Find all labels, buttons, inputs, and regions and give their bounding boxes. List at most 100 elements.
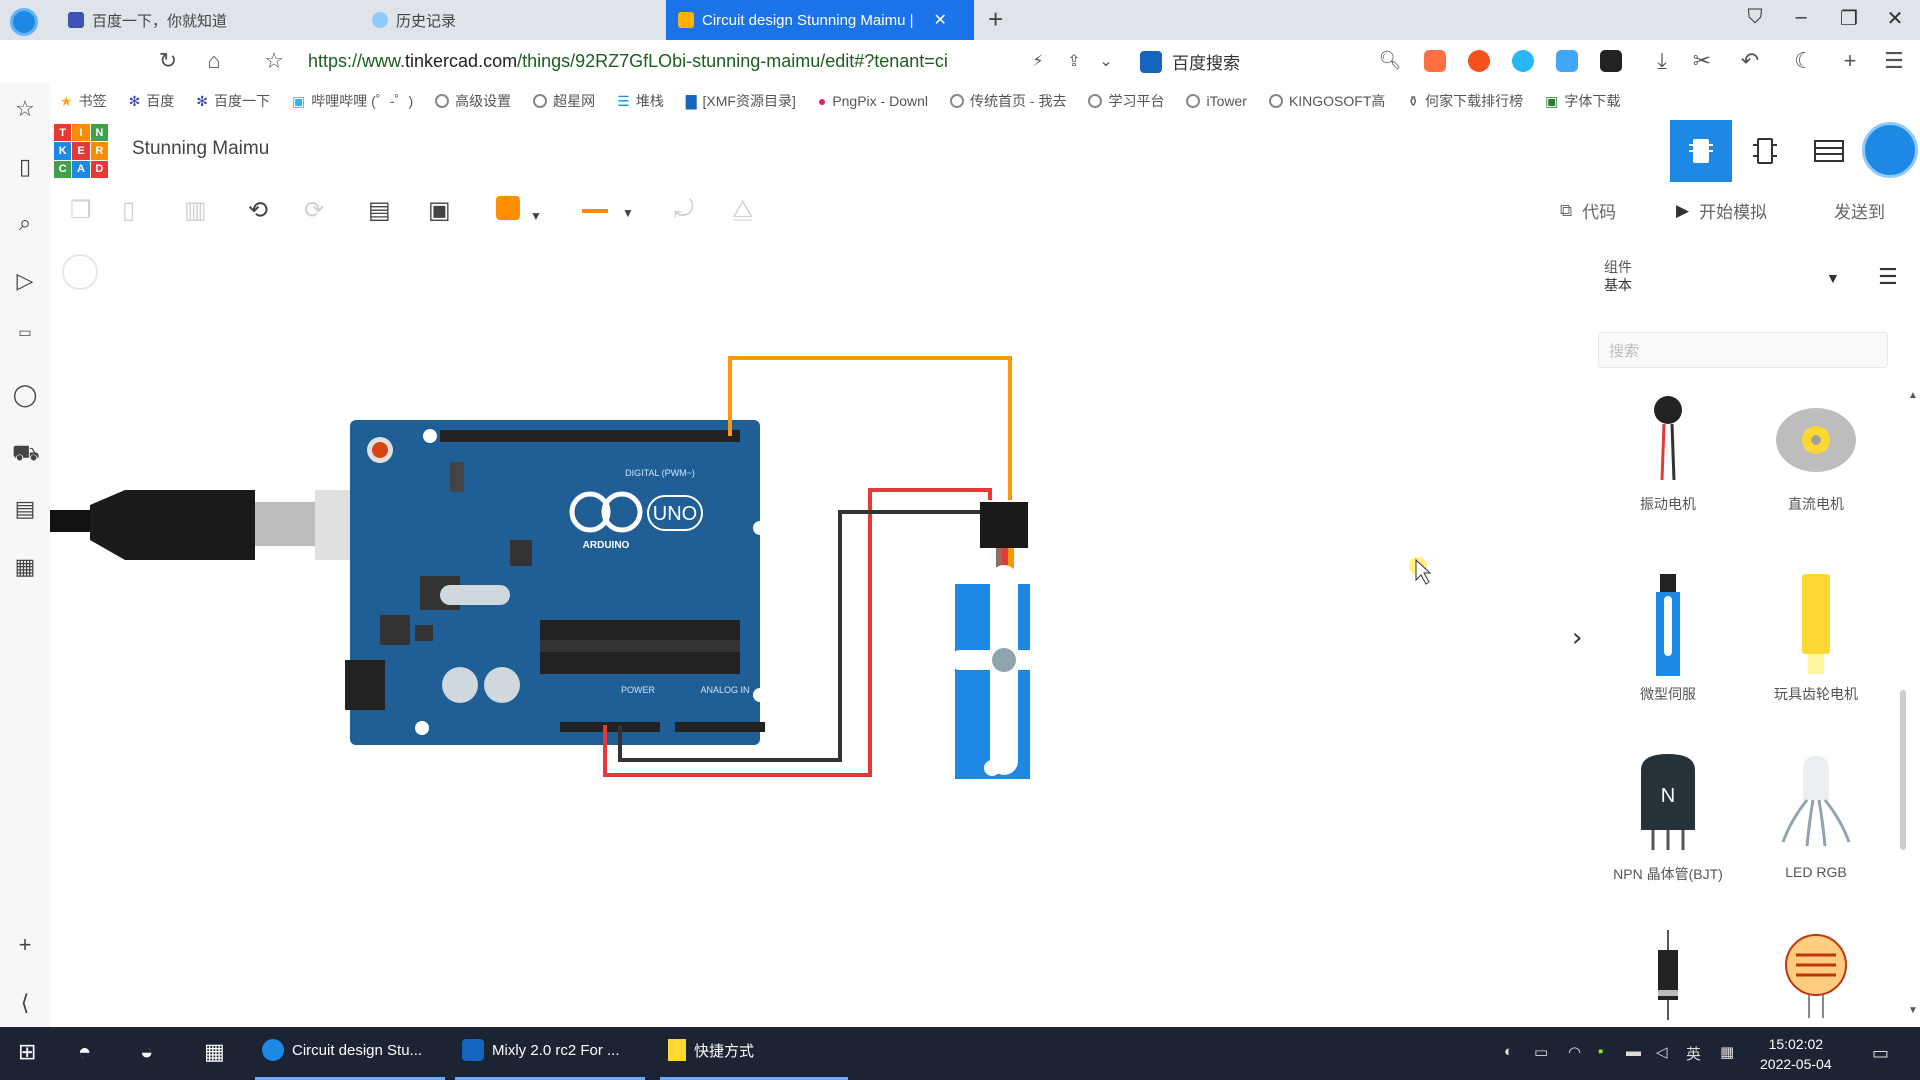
system-clock[interactable]: 15:02:02 2022-05-04 <box>1760 1034 1832 1074</box>
bookmark-item[interactable]: ● PngPix - Downl <box>818 93 928 109</box>
chevron-down-icon[interactable]: ▼ <box>1826 270 1840 286</box>
tray-green-icon[interactable]: ▪ <box>1598 1043 1603 1060</box>
component-toy-gear-motor[interactable]: 玩具齿轮电机 <box>1746 570 1886 704</box>
bookmark-item[interactable]: 学习平台 <box>1088 91 1164 111</box>
favorites-star-icon[interactable]: ☆ <box>12 96 38 122</box>
undo-close-icon[interactable]: ↶ <box>1736 48 1764 74</box>
book-icon[interactable]: ▯ <box>12 154 38 180</box>
cart-icon[interactable]: ⛟ <box>12 440 40 469</box>
restore-icon[interactable]: ❐ <box>1834 6 1864 31</box>
battery-icon[interactable]: ▬ <box>1626 1043 1641 1060</box>
home-icon[interactable]: ⌂ <box>200 48 228 74</box>
bookmark-item[interactable]: 传统首页 - 我去 <box>950 91 1066 111</box>
chat-icon[interactable]: ◯ <box>12 382 38 408</box>
share-icon[interactable]: ⇪ <box>1060 51 1088 71</box>
panel-scrollbar[interactable] <box>1900 690 1906 850</box>
tab-baidu[interactable]: 百度一下，你就知道 <box>56 0 356 40</box>
bookmark-item[interactable]: ▇ [XMF资源目录] <box>686 91 796 111</box>
menu-icon[interactable]: ☰ <box>1880 48 1908 74</box>
component-npn-transistor[interactable]: N NPN 晶体管(BJT) <box>1598 750 1738 884</box>
calculator-icon[interactable]: ▦ <box>204 1039 225 1065</box>
bookmark-item[interactable]: ✻ 百度一下 <box>196 91 270 111</box>
bookmark-item[interactable]: 超星网 <box>533 91 595 111</box>
color-picker-button[interactable]: ▼ <box>496 196 542 227</box>
signal-wire[interactable] <box>728 356 1012 500</box>
tab-history[interactable]: 历史记录 <box>360 0 660 40</box>
close-tab-icon[interactable]: ✕ <box>934 10 947 30</box>
show-notes-icon[interactable]: ▣ <box>428 196 451 225</box>
url-input[interactable]: https://www.tinkercad.com/things/92RZ7Gf… <box>308 51 948 72</box>
chevron-down-icon[interactable]: ⌄ <box>1092 51 1120 71</box>
search-icon[interactable]: ⌕ <box>12 210 38 236</box>
video-icon[interactable]: ▷ <box>12 268 38 294</box>
copy-icon[interactable]: ❐ <box>70 196 92 225</box>
night-mode-icon[interactable]: ☾ <box>1790 48 1818 74</box>
wire-style-button[interactable]: ▼ <box>582 196 634 224</box>
shirt-skin-icon[interactable]: ⛉ <box>1740 6 1770 29</box>
translate-extension-icon[interactable] <box>1556 50 1578 72</box>
task-view-icon[interactable]: ▭ <box>1534 1043 1548 1061</box>
bookmark-item[interactable]: ⚱ 何家下载排行榜 <box>1407 91 1523 111</box>
taskbar-app-shortcuts[interactable]: 快捷方式 <box>668 1039 754 1061</box>
translate-icon[interactable]: ▦ <box>12 554 38 580</box>
download-icon[interactable]: ⤓ <box>1648 48 1676 74</box>
sync-extension-icon[interactable] <box>1512 50 1534 72</box>
bookmark-item[interactable]: ☰ 堆栈 <box>617 91 664 111</box>
collapse-sidebar-icon[interactable]: ⟨ <box>12 990 38 1016</box>
panel-toggle-chevron-icon[interactable]: › <box>1572 623 1582 653</box>
bookmark-item[interactable]: ▣ 哔哩哔哩 (゜-゜) <box>292 91 413 111</box>
ime-mode-icon[interactable]: ▦ <box>1720 1043 1734 1061</box>
scroll-down-icon[interactable]: ▼ <box>1908 1005 1918 1016</box>
component-dc-motor[interactable]: 直流电机 <box>1746 390 1886 514</box>
component-photoresistor[interactable] <box>1746 930 1886 1024</box>
component-search-input[interactable]: 搜索 <box>1598 332 1888 368</box>
new-tab-button[interactable]: + <box>988 4 1003 35</box>
component-micro-servo[interactable]: 微型伺服 <box>1598 570 1738 704</box>
ime-indicator[interactable]: 英 <box>1686 1043 1701 1064</box>
minimize-icon[interactable]: – <box>1786 6 1816 29</box>
tray-app-icon[interactable]: ◐ <box>1504 1043 1513 1060</box>
bookmark-item[interactable]: 高级设置 <box>435 91 511 111</box>
refresh-icon[interactable]: ↻ <box>154 48 182 74</box>
extension-icon[interactable] <box>1424 50 1446 72</box>
taskbar-app-mixly[interactable]: Mixly 2.0 rc2 For ... <box>462 1039 620 1061</box>
close-window-icon[interactable]: ✕ <box>1880 6 1910 31</box>
component-list-button[interactable] <box>1798 120 1860 182</box>
search-icon[interactable]: 🔍︎ <box>1376 50 1404 71</box>
bookmark-item[interactable]: iTower <box>1186 93 1247 109</box>
scissors-icon[interactable]: ✂ <box>1688 48 1716 74</box>
list-view-toggle-icon[interactable]: ☰ <box>1878 264 1898 290</box>
mask-extension-icon[interactable] <box>1600 50 1622 72</box>
delete-icon[interactable]: ▥ <box>184 196 207 225</box>
user-avatar[interactable] <box>1862 122 1918 178</box>
bookmark-item[interactable]: ▣ 字体下载 <box>1545 91 1620 111</box>
tab-tinkercad[interactable]: Circuit design Stunning Maimu | ✕ <box>666 0 974 40</box>
flip-icon[interactable]: ⧋ <box>732 196 753 224</box>
micro-servo[interactable] <box>950 502 1060 779</box>
pinned-app-icon[interactable]: ◓ <box>78 1039 91 1065</box>
usb-cable[interactable] <box>50 490 395 560</box>
star-icon[interactable]: ☆ <box>260 48 288 74</box>
component-diode[interactable] <box>1598 930 1738 1024</box>
component-category-select[interactable]: 组件 基本 <box>1604 258 1834 294</box>
scroll-up-icon[interactable]: ▲ <box>1908 390 1918 401</box>
paste-icon[interactable]: ▯ <box>122 196 135 225</box>
search-engine-box[interactable]: 百度搜索 <box>1140 49 1240 74</box>
notification-icon[interactable]: ▭ <box>1872 1043 1889 1064</box>
windows-start-icon[interactable]: ⊞ <box>18 1039 36 1065</box>
component-led-rgb[interactable]: LED RGB <box>1746 750 1886 880</box>
apps-icon[interactable]: ▤ <box>12 496 38 522</box>
live-icon[interactable]: ▭ <box>12 324 38 341</box>
notes-icon[interactable]: ▤ <box>368 196 391 225</box>
add-icon[interactable]: + <box>12 932 38 958</box>
browser-logo-icon[interactable] <box>10 8 38 36</box>
circuit-canvas[interactable]: UNO ARDUINO DIGITAL (PWM~) POWER ANALOG … <box>50 240 1590 1025</box>
bookmark-item[interactable]: KINGOSOFT高 <box>1268 91 1385 111</box>
send-to-button[interactable]: 发送到 <box>1834 198 1885 223</box>
lightning-icon[interactable]: ⚡ <box>1024 51 1052 71</box>
bookmark-item[interactable]: ★ 书签 <box>60 91 107 111</box>
bookmark-item[interactable]: ✻ 百度 <box>129 91 175 111</box>
pinned-app-icon[interactable]: ◒ <box>140 1039 153 1065</box>
circuit-view-button[interactable] <box>1670 120 1732 182</box>
design-title[interactable]: Stunning Maimu <box>132 138 269 160</box>
